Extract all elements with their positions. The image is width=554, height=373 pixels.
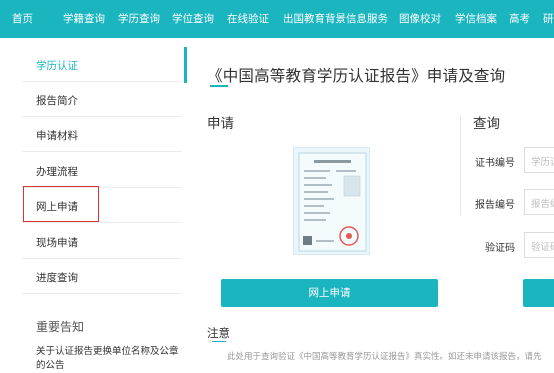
captcha-input[interactable]: 验证码: [524, 232, 554, 258]
sidebar-item-label: 办理流程: [36, 166, 78, 178]
title-accent-line: [210, 85, 228, 87]
active-indicator: [184, 47, 187, 83]
sidebar-item-progress-query[interactable]: 进度查询: [22, 259, 182, 294]
notice-title: 重要告知: [36, 320, 85, 334]
report-number-input[interactable]: 报告编: [524, 189, 554, 215]
query-button[interactable]: [523, 279, 554, 307]
online-apply-button[interactable]: 网上申请: [221, 279, 438, 307]
nav-graduate[interactable]: 研: [543, 12, 554, 26]
nav-overseas-service[interactable]: 出国教育背景信息服务: [283, 12, 388, 26]
nav-student-status-query[interactable]: 学籍查询: [63, 12, 105, 26]
note-text: 此处用于查询验证《中国高等教育学历认证报告》真实性。如还未申请该报告，请先: [227, 352, 542, 362]
nav-image-proofread[interactable]: 图像校对: [399, 12, 441, 26]
captcha-label: 验证码: [485, 243, 515, 254]
report-document-icon: [298, 152, 367, 252]
nav-gaokao[interactable]: 高考: [509, 12, 530, 26]
note-title: 注意: [207, 326, 230, 340]
notice-link[interactable]: 关于认证报告更换单位名称及公章的公告: [36, 345, 186, 373]
sidebar-item-report-intro[interactable]: 报告简介: [22, 82, 182, 117]
page-title: 《中国高等教育学历认证报告》申请及查询: [207, 67, 506, 85]
sidebar-item-label: 学历认证: [36, 60, 78, 72]
certificate-number-input[interactable]: 学历证: [524, 147, 554, 173]
sidebar-item-label: 申请材料: [36, 130, 78, 142]
sidebar-item-process[interactable]: 办理流程: [22, 153, 182, 188]
sidebar-item-onsite-apply[interactable]: 现场申请: [22, 224, 182, 259]
apply-section-title: 申请: [207, 116, 234, 132]
nav-degree-query[interactable]: 学位查询: [172, 12, 214, 26]
query-section-title: 查询: [473, 116, 500, 132]
sidebar-item-education-cert[interactable]: 学历认证: [22, 47, 182, 82]
sidebar-item-label: 报告简介: [36, 95, 78, 107]
highlight-box: [23, 186, 99, 222]
sidebar-item-label: 进度查询: [36, 272, 78, 284]
note-accent-line: [212, 341, 226, 342]
nav-xuexin-archive[interactable]: 学信档案: [455, 12, 497, 26]
certificate-number-label: 证书编号: [475, 158, 515, 169]
nav-education-query[interactable]: 学历查询: [118, 12, 160, 26]
sidebar-item-label: 现场申请: [36, 237, 78, 249]
nav-home[interactable]: 首页: [12, 12, 33, 26]
nav-online-verify[interactable]: 在线验证: [227, 12, 269, 26]
top-nav: 首页 学籍查询 学历查询 学位查询 在线验证 出国教育背景信息服务 图像校对 学…: [0, 0, 554, 38]
report-number-label: 报告编号: [475, 200, 515, 211]
report-sample-image: [293, 147, 370, 255]
sidebar-item-materials[interactable]: 申请材料: [22, 117, 182, 152]
